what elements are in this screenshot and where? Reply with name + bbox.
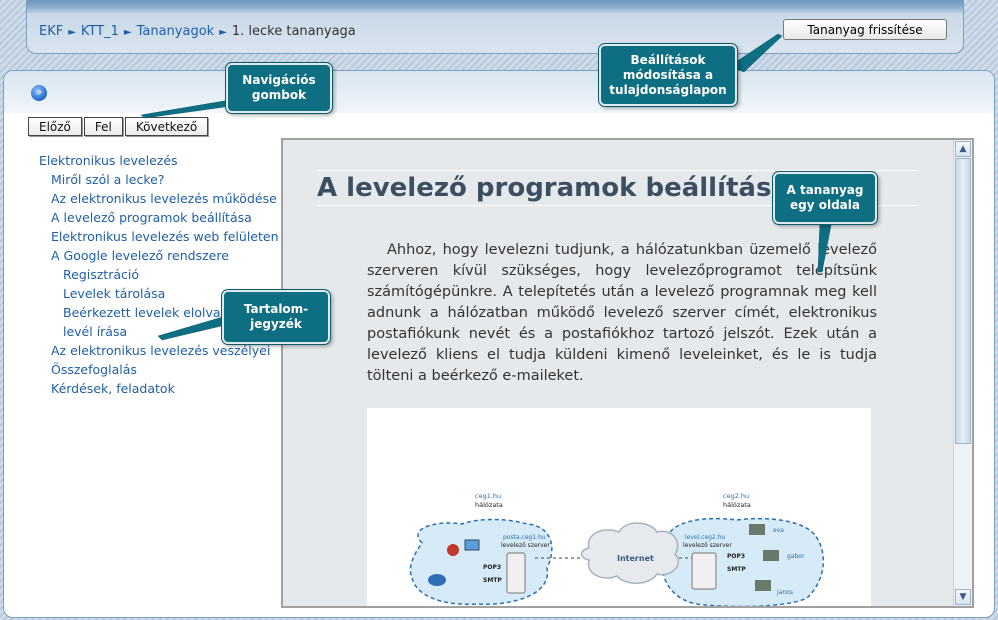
callout-page: A tananyag egy oldala xyxy=(773,172,877,224)
main-panel: » Előző Fel Következő Elektronikus level… xyxy=(3,70,995,618)
right-server-icon xyxy=(691,552,717,590)
up-button[interactable]: Fel xyxy=(83,117,123,136)
breadcrumb-link-ktt[interactable]: KTT_1 xyxy=(81,24,119,39)
content-scrollbar[interactable]: ▲ ▼ xyxy=(953,140,972,606)
diagram-left-server-name: posta.ceg1.hu xyxy=(503,534,546,541)
diagram-user-eva: eva xyxy=(773,527,784,534)
diagram-user-gabor: gabor xyxy=(787,553,805,560)
breadcrumb-separator-icon: ► xyxy=(68,27,76,38)
toc-item[interactable]: Összefoglalás xyxy=(39,360,279,379)
diagram-left-net: hálózata xyxy=(475,501,503,509)
breadcrumb: EKF ► KTT_1 ► Tananyagok ► 1. lecke tananyaga xyxy=(39,24,356,39)
diagram-cloud-label: Internet xyxy=(617,554,654,563)
breadcrumb-separator-icon: ► xyxy=(219,27,227,38)
diagram-left-domain: ceg1.hu xyxy=(475,492,501,500)
toc-item[interactable]: Az elektronikus levelezés működése xyxy=(39,189,279,208)
toc-item[interactable]: Regisztráció xyxy=(39,265,279,284)
callout-toc: Tartalom-jegyzék xyxy=(222,290,330,344)
user-icon xyxy=(447,544,459,556)
mailbox-icon xyxy=(749,524,765,535)
table-of-contents: Elektronikus levelezés Miről szól a leck… xyxy=(39,151,279,398)
content-paragraph: Ahhoz, hogy levelezni tudjunk, a hálózat… xyxy=(367,242,877,384)
diagram-left-pop3: POP3 xyxy=(483,564,501,571)
breadcrumb-link-tananyagok[interactable]: Tananyagok xyxy=(137,24,215,39)
next-button[interactable]: Következő xyxy=(124,117,209,136)
user-icon xyxy=(428,574,446,586)
toc-item[interactable]: A Google levelező rendszere xyxy=(39,246,279,265)
toc-item[interactable]: Elektronikus levelezés web felületen xyxy=(39,227,279,246)
breadcrumb-link-ekf[interactable]: EKF xyxy=(39,24,63,39)
callout-settings: Beállítások módosítása a tulajdonságlapo… xyxy=(599,44,737,106)
scrollbar-thumb[interactable] xyxy=(955,158,971,444)
diagram-right-domain: ceg2.hu xyxy=(723,492,749,500)
diagram-right-pop3: POP3 xyxy=(727,553,745,560)
diagram-left-server-label: levelező szerver xyxy=(501,542,550,549)
scroll-down-icon[interactable]: ▼ xyxy=(955,589,971,605)
diagram-right-net: hálózata xyxy=(723,501,751,509)
diagram-right-server-name: level.ceg2.hu xyxy=(685,534,726,541)
expand-arrow-icon[interactable]: » xyxy=(31,85,47,101)
toc-item[interactable]: Elektronikus levelezés xyxy=(39,151,279,170)
toc-item[interactable]: A levelező programok beállítása xyxy=(39,208,279,227)
breadcrumb-current: 1. lecke tananyaga xyxy=(231,24,356,39)
email-diagram-figure: Internet ceg1.hu hálózata posta.ceg1.hu … xyxy=(367,408,871,606)
diagram-user-janos: janos xyxy=(776,589,793,596)
email-network-diagram: Internet ceg1.hu hálózata posta.ceg1.hu … xyxy=(409,492,825,606)
diagram-right-smtp: SMTP xyxy=(727,566,746,573)
diagram-right-server-label: levelező szerver xyxy=(683,542,732,549)
toc-item[interactable]: Kérdések, feladatok xyxy=(39,379,279,398)
scroll-up-icon[interactable]: ▲ xyxy=(955,141,971,157)
computer-icon xyxy=(464,539,480,551)
previous-button[interactable]: Előző xyxy=(28,117,82,136)
mailbox-icon xyxy=(763,550,779,561)
breadcrumb-separator-icon: ► xyxy=(123,27,132,38)
mailbox-icon xyxy=(755,580,771,591)
panel-header xyxy=(4,71,994,113)
left-server-icon xyxy=(506,552,526,594)
navigation-buttons: Előző Fel Következő xyxy=(28,117,209,136)
diagram-left-smtp: SMTP xyxy=(483,577,502,584)
toc-item[interactable]: Miről szól a lecke? xyxy=(39,170,279,189)
callout-navigation-buttons: Navigációs gombok xyxy=(226,63,332,113)
refresh-material-button[interactable]: Tananyag frissítése xyxy=(783,19,947,40)
